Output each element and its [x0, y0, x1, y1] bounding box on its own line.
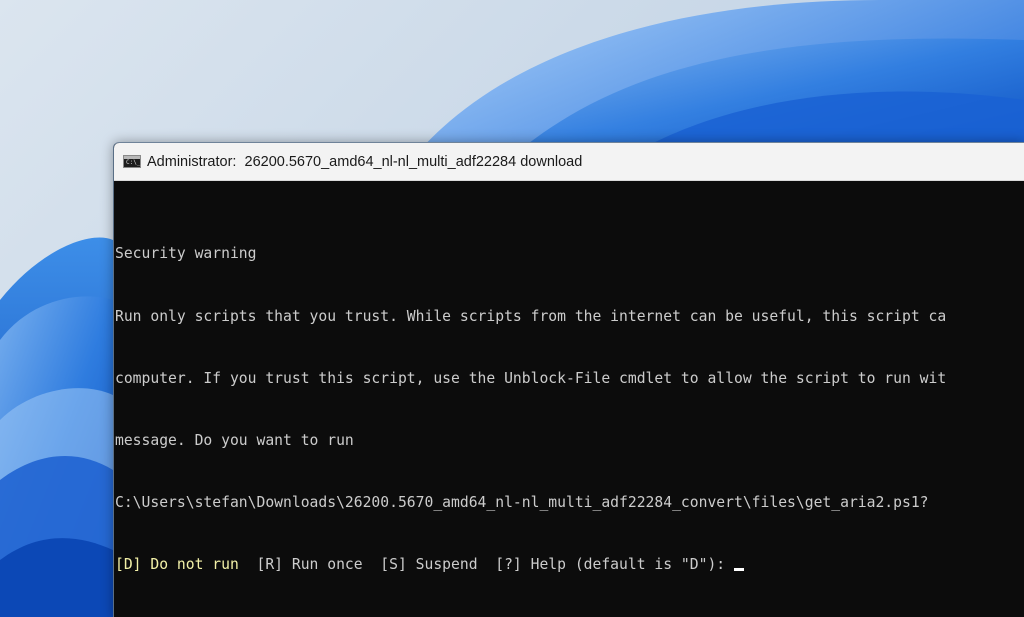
terminal-window[interactable]: C:\_ Administrator: 26200.5670_amd64_nl-… — [113, 142, 1024, 617]
cmd-icon-glyph: C:\_ — [126, 159, 141, 166]
prompt-default-option: [D] Do not run — [115, 555, 239, 573]
prompt-options: [R] Run once [S] Suspend [?] Help (defau… — [238, 555, 726, 573]
prompt-line[interactable]: [D] Do not run [R] Run once [S] Suspend … — [115, 555, 1024, 576]
console-line: message. Do you want to run — [115, 431, 354, 449]
script-path-line: C:\Users\stefan\Downloads\26200.5670_amd… — [115, 493, 929, 511]
security-warning-heading: Security warning — [115, 245, 257, 263]
window-title: Administrator: 26200.5670_amd64_nl-nl_mu… — [147, 153, 583, 170]
cmd-icon: C:\_ — [123, 155, 141, 168]
console-output[interactable]: Security warning Run only scripts that y… — [114, 181, 1024, 617]
desktop: C:\_ Administrator: 26200.5670_amd64_nl-… — [0, 0, 1024, 617]
console-line: computer. If you trust this script, use … — [115, 369, 947, 387]
text-cursor — [734, 567, 745, 571]
title-bar[interactable]: C:\_ Administrator: 26200.5670_amd64_nl-… — [114, 143, 1024, 181]
console-line: Run only scripts that you trust. While s… — [115, 307, 947, 325]
